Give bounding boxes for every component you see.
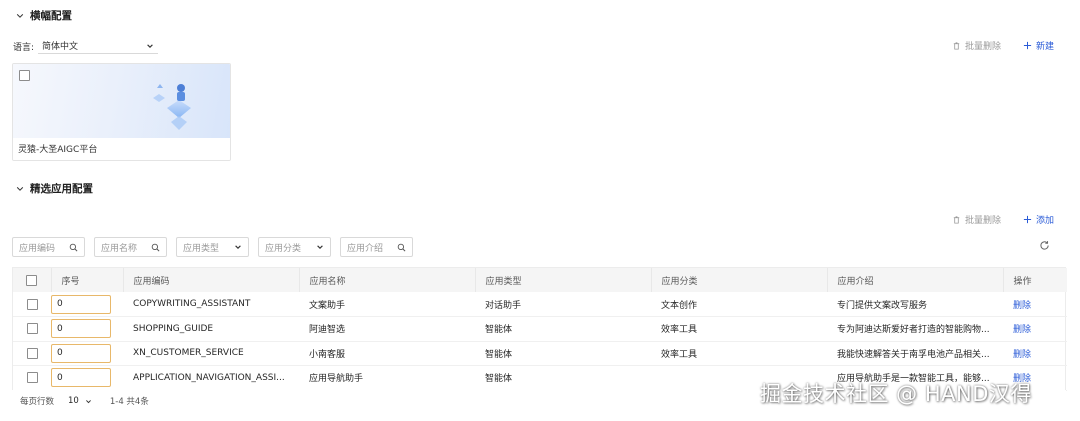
search-icon	[69, 243, 78, 251]
refresh-icon[interactable]	[1039, 240, 1050, 251]
select-all-checkbox[interactable]	[26, 274, 38, 286]
app-intro-search-input[interactable]: 应用介绍	[340, 237, 413, 257]
app-intro-cell: 我能快速解答关于南孚电池产品相关...	[837, 349, 990, 360]
sequence-input[interactable]: 0	[51, 294, 111, 314]
banner-checkbox[interactable]	[19, 70, 30, 81]
delete-link[interactable]: 删除	[1013, 301, 1031, 311]
banner-section-header[interactable]: 横幅配置	[16, 8, 72, 23]
apps-actions: 批量删除 添加	[952, 213, 1054, 226]
banner-image	[13, 64, 230, 138]
chevron-down-icon	[235, 245, 241, 249]
sequence-input[interactable]: 0	[51, 343, 111, 363]
table-header-row: 序号 应用编码 应用名称 应用类型 应用分类 应用介绍 操作	[13, 268, 1067, 292]
column-header: 应用编码	[123, 268, 300, 292]
sequence-input[interactable]: 0	[51, 319, 111, 339]
search-icon	[397, 243, 406, 251]
page-size-select[interactable]: 10	[68, 396, 92, 406]
app-type-cell: 对话助手	[485, 300, 522, 311]
trash-icon	[953, 42, 960, 50]
chevron-down-icon	[16, 186, 24, 191]
table-row: 0 XN_CUSTOMER_SERVICE 小南客服 智能体 效率工具 我能快速…	[13, 341, 1067, 366]
plus-icon	[1023, 215, 1032, 224]
app-type-cell: 智能体	[485, 374, 513, 385]
plus-icon	[1023, 41, 1032, 50]
add-button[interactable]: 添加	[1023, 213, 1054, 226]
search-icon	[151, 243, 160, 251]
language-select[interactable]: 简体中文	[38, 38, 159, 54]
column-header: 应用类型	[475, 268, 652, 292]
banner-actions: 批量删除 新建	[952, 39, 1054, 52]
row-checkbox[interactable]	[26, 372, 38, 384]
chevron-down-icon	[85, 399, 91, 403]
app-name-cell: 文案助手	[309, 300, 346, 311]
app-category-cell: 效率工具	[661, 349, 698, 360]
app-category-cell: 文本创作	[661, 300, 698, 311]
app-code-search-input[interactable]: 应用编码	[12, 237, 85, 257]
app-type-cell: 智能体	[485, 349, 513, 360]
app-type-cell: 智能体	[485, 325, 513, 336]
table-row: 0 COPYWRITING_ASSISTANT 文案助手 对话助手 文本创作 专…	[13, 292, 1067, 317]
app-intro-cell: 专门提供文案改写服务	[837, 300, 928, 311]
app-intro-cell: 专为阿迪达斯爱好者打造的智能购物...	[837, 325, 990, 336]
trash-icon	[953, 216, 960, 224]
section-title: 精选应用配置	[30, 183, 93, 195]
chevron-down-icon	[16, 13, 24, 18]
app-category-cell: 效率工具	[661, 325, 698, 336]
row-checkbox[interactable]	[26, 298, 38, 310]
delete-link[interactable]: 删除	[1013, 325, 1031, 335]
app-code-cell: COPYWRITING_ASSISTANT	[133, 299, 251, 309]
column-header: 操作	[1013, 276, 1032, 287]
filter-bar: 应用编码 应用名称 应用类型 应用分类 应用介绍	[12, 237, 413, 257]
section-title: 横幅配置	[30, 10, 72, 22]
chevron-down-icon	[317, 245, 323, 249]
column-header: 应用名称	[299, 268, 476, 292]
batch-delete-button[interactable]: 批量删除	[952, 39, 1001, 52]
language-row: 语言: 简体中文	[13, 38, 159, 54]
app-code-cell: XN_CUSTOMER_SERVICE	[133, 348, 244, 359]
apps-section-header[interactable]: 精选应用配置	[16, 181, 93, 196]
rows-per-page-label: 每页行数	[20, 397, 55, 407]
banner-card[interactable]: 灵猿-大圣AIGC平台	[12, 63, 231, 161]
batch-delete-button[interactable]: 批量删除	[952, 213, 1001, 226]
table-row: 0 SHOPPING_GUIDE 阿迪智选 智能体 效率工具 专为阿迪达斯爱好者…	[13, 317, 1067, 341]
robot-illustration-icon	[153, 84, 191, 130]
banner-card-label: 灵猿-大圣AIGC平台	[13, 138, 230, 160]
app-code-cell: SHOPPING_GUIDE	[133, 323, 214, 334]
delete-link[interactable]: 删除	[1013, 350, 1031, 360]
sequence-input[interactable]: 0	[51, 368, 111, 388]
page-range-text: 1-4 共4条	[109, 397, 149, 407]
row-checkbox[interactable]	[26, 347, 38, 359]
app-name-search-input[interactable]: 应用名称	[94, 237, 167, 257]
language-value: 简体中文	[42, 42, 79, 52]
app-name-cell: 小南客服	[309, 349, 346, 360]
app-type-select[interactable]: 应用类型	[176, 237, 249, 257]
row-checkbox[interactable]	[26, 323, 38, 335]
app-code-cell: APPLICATION_NAVIGATION_ASSI...	[133, 372, 285, 383]
watermark: 掘金技术社区 @ HAND汉得	[760, 382, 1032, 406]
app-name-cell: 应用导航助手	[309, 374, 364, 385]
column-header: 应用介绍	[827, 268, 1004, 292]
app-category-select[interactable]: 应用分类	[258, 237, 331, 257]
language-label: 语言:	[13, 42, 35, 53]
create-button[interactable]: 新建	[1023, 39, 1054, 52]
column-header: 序号	[51, 268, 124, 292]
chevron-down-icon	[147, 43, 153, 48]
app-name-cell: 阿迪智选	[309, 325, 346, 336]
column-header: 应用分类	[651, 268, 828, 292]
